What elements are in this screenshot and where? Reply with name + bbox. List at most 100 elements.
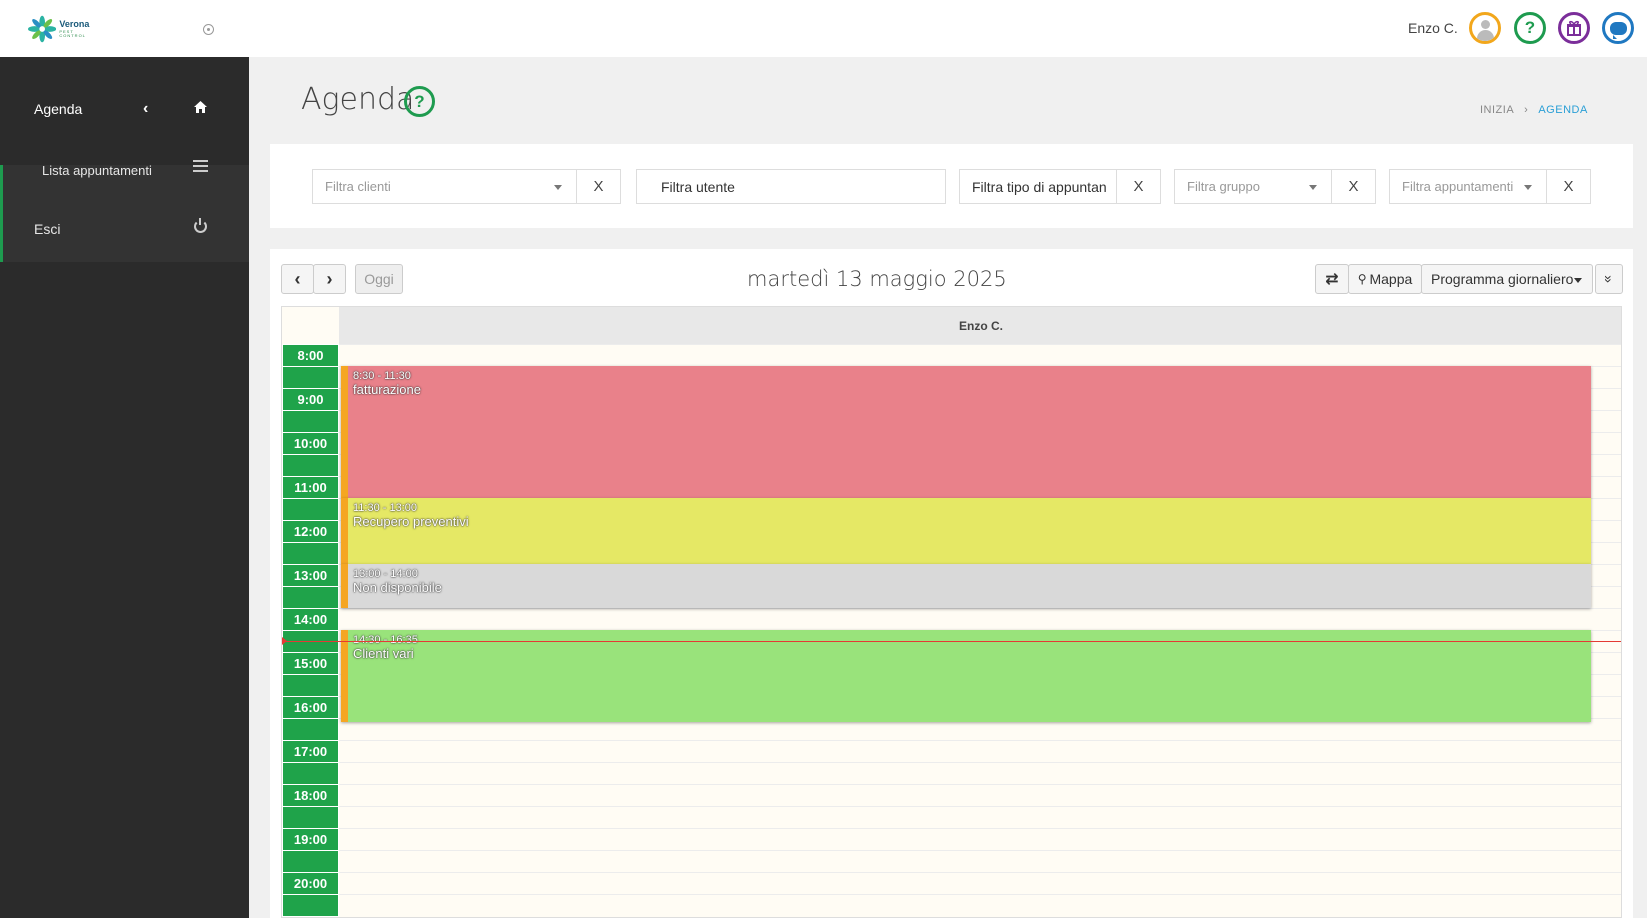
filter-group-select[interactable]: Filtra gruppo	[1174, 169, 1332, 204]
appointment-time: 8:30 - 11:30	[353, 370, 411, 382]
collapse-chevron-icon[interactable]: ‹	[143, 100, 148, 118]
sidebar: Agenda ‹ Lista appuntamenti Esci	[0, 57, 249, 918]
gift-icon[interactable]	[1558, 12, 1590, 44]
grid-line	[339, 872, 1621, 873]
half-hour-slot	[283, 895, 338, 916]
grid-line	[339, 740, 1621, 741]
chevron-down-icon	[1309, 185, 1317, 190]
brand-tagline: PEST CONTROL	[59, 29, 86, 38]
grid-line	[339, 784, 1621, 785]
grid-line	[339, 850, 1621, 851]
appointment-time: 14:30 - 16:35	[353, 634, 418, 646]
user-name[interactable]: Enzo C.	[1408, 20, 1458, 36]
half-hour-slot	[283, 675, 338, 696]
sidebar-pin-icon[interactable]	[203, 24, 214, 35]
hour-label: 11:00	[283, 477, 338, 498]
appointment-event[interactable]: 11:30 - 13:00 Recupero preventivi	[341, 498, 1591, 564]
sidebar-item-agenda[interactable]	[0, 84, 249, 165]
hour-label: 16:00	[283, 697, 338, 718]
power-icon[interactable]	[194, 218, 207, 233]
hour-label: 10:00	[283, 433, 338, 454]
appointment-title: Recupero preventivi	[353, 514, 469, 529]
chevron-down-icon	[554, 185, 562, 190]
grid-line	[339, 894, 1621, 895]
hour-label: 17:00	[283, 741, 338, 762]
calendar-grid: Enzo C. 8:00 9:00 10:00 11:00 12:00 13:00 14:0…	[281, 306, 1622, 918]
filters-panel: Filtra clienti X Filtra utente Filtra ti…	[270, 144, 1633, 228]
chat-icon[interactable]	[1602, 12, 1634, 44]
today-button[interactable]: Oggi	[355, 264, 403, 294]
top-bar: Verona PEST CONTROL Enzo C. ?	[0, 0, 1647, 57]
double-chevron-down-icon: »	[1600, 275, 1617, 283]
half-hour-slot	[283, 807, 338, 828]
filter-appointments-clear-button[interactable]: X	[1546, 169, 1591, 204]
appointment-title: Non disponibile	[353, 580, 442, 595]
filter-user-value: Filtra utente	[661, 178, 735, 195]
list-icon[interactable]	[193, 160, 208, 172]
hour-label: 14:00	[283, 609, 338, 630]
appointment-title: Clienti vari	[353, 646, 414, 661]
filter-type-clear-button[interactable]: X	[1116, 169, 1161, 204]
grid-line	[339, 806, 1621, 807]
breadcrumb-current: AGENDA	[1538, 104, 1588, 116]
hour-label: 18:00	[283, 785, 338, 806]
prev-day-button[interactable]: ‹	[281, 264, 314, 294]
grid-line	[339, 608, 1621, 609]
calendar-date-title: martedì 13 maggio 2025	[747, 267, 1007, 291]
map-pin-icon: ⚲	[1357, 272, 1367, 286]
expand-more-button[interactable]: »	[1595, 264, 1623, 294]
sidebar-item-esci[interactable]: Esci	[34, 221, 60, 237]
page-title: Agenda	[301, 82, 415, 117]
sidebar-item-lista-appuntamenti[interactable]: Lista appuntamenti	[42, 163, 152, 178]
logo-icon	[28, 15, 57, 43]
filter-clients-select[interactable]: Filtra clienti	[312, 169, 577, 204]
half-hour-slot	[283, 411, 338, 432]
calendar-panel: ‹ › Oggi martedì 13 maggio 2025 ⇄ ⚲ Mapp…	[270, 249, 1633, 918]
current-time-line	[282, 641, 1621, 642]
hour-label: 8:00	[283, 345, 338, 366]
filter-type-input[interactable]: Filtra tipo di appuntan	[959, 169, 1117, 204]
user-avatar-icon[interactable]	[1469, 12, 1501, 44]
page-help-icon[interactable]: ?	[404, 86, 435, 117]
half-hour-slot	[283, 499, 338, 520]
hour-label: 19:00	[283, 829, 338, 850]
view-select-button[interactable]: Programma giornaliero	[1421, 264, 1593, 294]
resource-column-header: Enzo C.	[339, 307, 1621, 344]
appointment-event[interactable]: 14:30 - 16:35 Clienti vari	[341, 630, 1591, 722]
filter-clients-clear-button[interactable]: X	[576, 169, 621, 204]
filter-appointments-select[interactable]: Filtra appuntamenti	[1389, 169, 1547, 204]
gift-icon-glyph	[1567, 20, 1581, 36]
breadcrumb-home[interactable]: INIZIA	[1480, 104, 1514, 116]
filter-user-input[interactable]: Filtra utente	[636, 169, 946, 204]
chevron-down-icon	[1574, 278, 1582, 283]
hour-label: 13:00	[283, 565, 338, 586]
hour-label: 20:00	[283, 873, 338, 894]
appointment-time: 13:00 - 14:00	[353, 568, 418, 580]
map-button-label: Mappa	[1369, 271, 1413, 287]
sidebar-item-agenda-label[interactable]: Agenda	[34, 101, 82, 117]
half-hour-slot	[283, 455, 338, 476]
half-hour-slot	[283, 367, 338, 388]
home-icon[interactable]	[193, 100, 208, 114]
appointment-event[interactable]: 8:30 - 11:30 fatturazione	[341, 366, 1591, 498]
current-time-marker-icon	[282, 637, 287, 645]
appointment-event[interactable]: 13:00 - 14:00 Non disponibile	[341, 564, 1591, 608]
half-hour-slot	[283, 543, 338, 564]
half-hour-slot	[283, 851, 338, 872]
help-icon[interactable]: ?	[1514, 12, 1546, 44]
hour-label: 9:00	[283, 389, 338, 410]
map-button[interactable]: ⚲ Mappa	[1348, 264, 1422, 294]
filter-type-value: Filtra tipo di appuntan	[972, 178, 1107, 195]
brand-logo[interactable]: Verona PEST CONTROL	[28, 14, 100, 44]
swap-view-button[interactable]: ⇄	[1315, 264, 1349, 294]
filter-group-clear-button[interactable]: X	[1331, 169, 1376, 204]
grid-line	[339, 828, 1621, 829]
grid-line	[339, 344, 1621, 345]
filter-appointments-placeholder: Filtra appuntamenti	[1402, 179, 1514, 194]
hour-label: 12:00	[283, 521, 338, 542]
half-hour-slot	[283, 719, 338, 740]
view-select-label: Programma giornaliero	[1431, 271, 1574, 287]
hour-label: 15:00	[283, 653, 338, 674]
next-day-button[interactable]: ›	[313, 264, 346, 294]
half-hour-slot	[283, 587, 338, 608]
